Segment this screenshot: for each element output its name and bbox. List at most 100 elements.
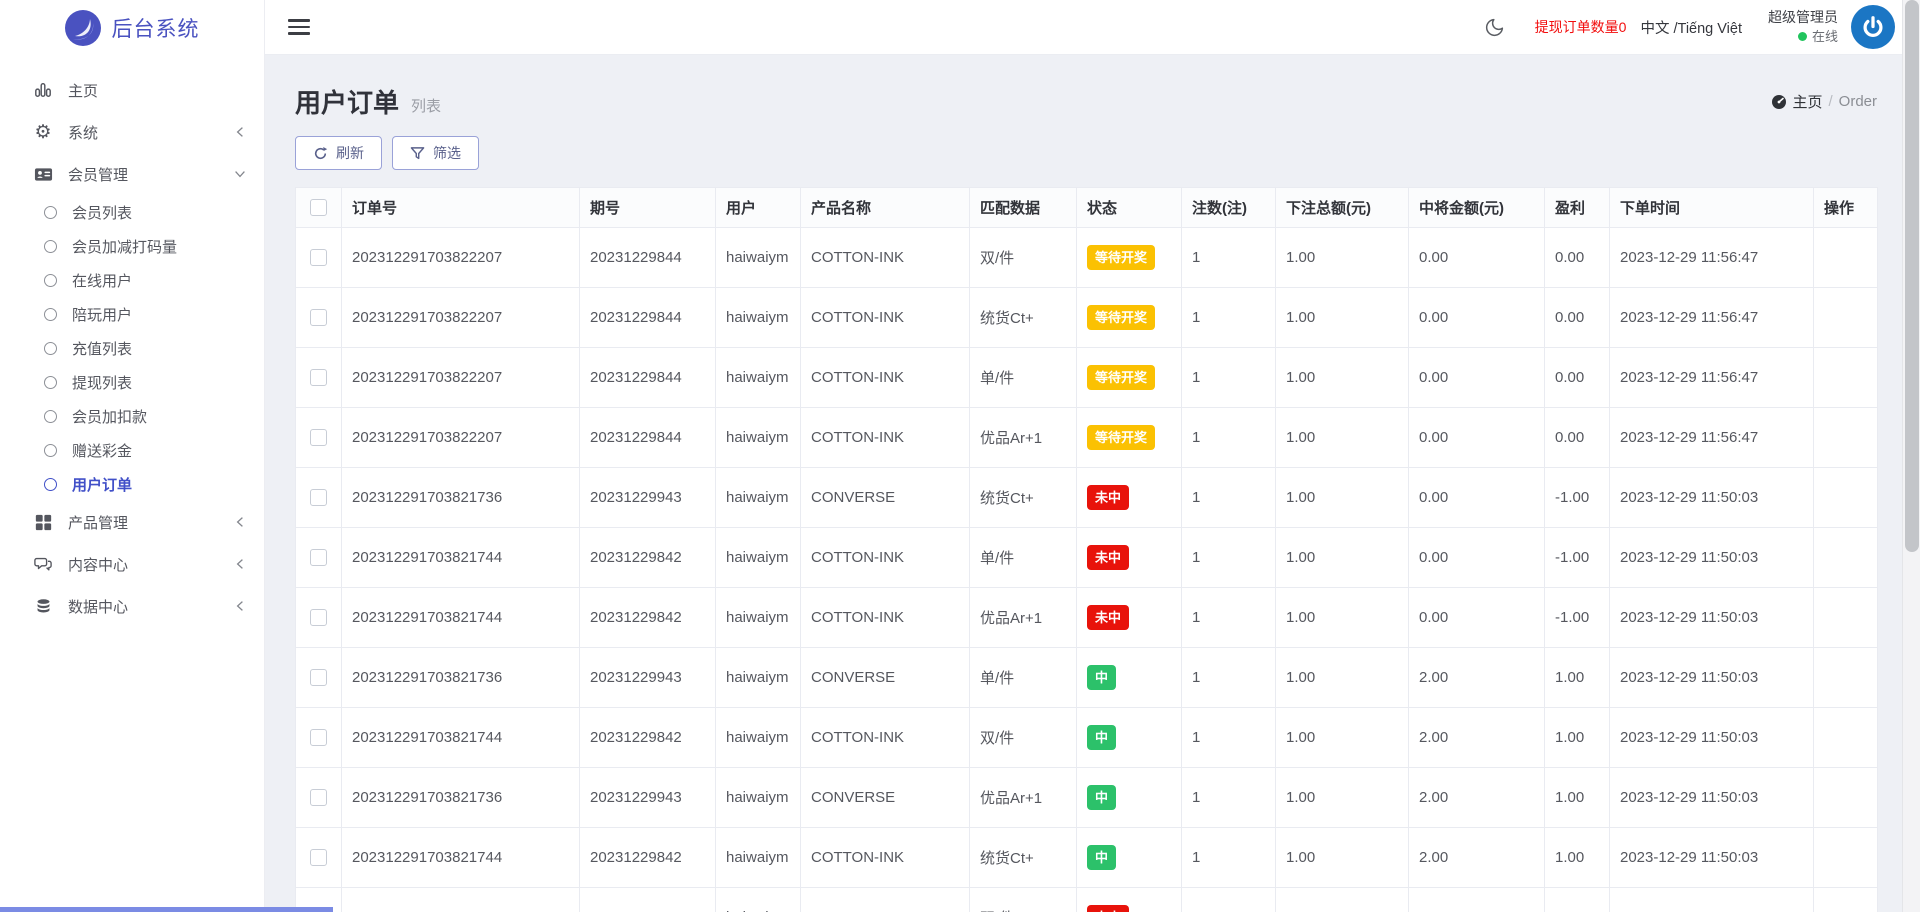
online-label: 在线 <box>1811 28 1838 44</box>
cell-action <box>1813 887 1878 912</box>
cell-profit: -1.00 <box>1544 467 1610 528</box>
radio-circle-icon <box>44 273 57 287</box>
sidebar-subitem[interactable]: 会员加扣款 <box>0 399 264 433</box>
cell-action <box>1813 407 1878 468</box>
row-checkbox[interactable] <box>310 789 327 806</box>
sidebar-subitem-active[interactable]: 用户订单 <box>0 467 264 501</box>
cell-match: 双/件 <box>969 227 1077 288</box>
table-row: 202312291703821744 20231229842 haiwaiym COT… <box>295 527 1878 588</box>
cell-bets: 1 <box>1181 227 1276 288</box>
column-header: 期号 <box>579 187 716 228</box>
sidebar-subitem[interactable]: 充值列表 <box>0 331 264 365</box>
moon-icon[interactable] <box>1484 17 1505 38</box>
row-checkbox[interactable] <box>310 429 327 446</box>
sidebar-subitem[interactable]: 会员列表 <box>0 195 264 229</box>
cell-order-no: 202312291703822207 <box>341 407 580 468</box>
cell-profit: 1.00 <box>1544 767 1610 828</box>
sidebar-item[interactable]: 内容中心 <box>0 543 264 585</box>
sidebar-item[interactable]: 主页 <box>0 69 264 111</box>
cell-period: 20231229844 <box>579 287 716 348</box>
table-row: 202312291703821744 20231229842 haiwaiym COT… <box>295 707 1878 768</box>
vertical-scrollbar-thumb[interactable] <box>1905 0 1919 552</box>
row-checkbox[interactable] <box>310 249 327 266</box>
sidebar-item-label: 数据中心 <box>68 598 129 616</box>
select-all-header <box>295 187 342 228</box>
sidebar-item-label: 会员管理 <box>68 166 129 184</box>
cell-bets: 1 <box>1181 707 1276 768</box>
cell-bets: 1 <box>1181 767 1276 828</box>
row-select-cell <box>295 527 342 588</box>
sidebar-item[interactable]: 数据中心 <box>0 585 264 627</box>
cell-bets: 1 <box>1181 827 1276 888</box>
row-checkbox[interactable] <box>310 669 327 686</box>
row-checkbox[interactable] <box>310 729 327 746</box>
cell-total: 1.00 <box>1275 767 1409 828</box>
cell-action <box>1813 467 1878 528</box>
cell-product: COTTON-INK <box>800 827 970 888</box>
row-select-cell <box>295 407 342 468</box>
row-checkbox[interactable] <box>310 309 327 326</box>
sidebar-item-label: 产品管理 <box>68 514 129 532</box>
cell-order-no: 202312291703822207 <box>341 347 580 408</box>
brand[interactable]: 后台系统 <box>0 0 264 55</box>
power-icon[interactable] <box>1851 5 1895 49</box>
cell-status: 未中 <box>1076 887 1182 912</box>
sidebar-subitem[interactable]: 提现列表 <box>0 365 264 399</box>
cell-bets: 1 <box>1181 527 1276 588</box>
admin-info[interactable]: 超级管理员 在线 <box>1768 8 1838 46</box>
row-checkbox[interactable] <box>310 609 327 626</box>
sidebar-subitem[interactable]: 在线用户 <box>0 263 264 297</box>
row-checkbox[interactable] <box>310 849 327 866</box>
chevron-left-icon <box>236 558 244 570</box>
column-header: 下单时间 <box>1609 187 1814 228</box>
row-checkbox[interactable] <box>310 549 327 566</box>
sidebar-subitem[interactable]: 陪玩用户 <box>0 297 264 331</box>
cell-status: 等待开奖 <box>1076 227 1182 288</box>
database-icon <box>33 596 53 616</box>
row-checkbox[interactable] <box>310 489 327 506</box>
sidebar-menu: 主页 ⚙ 系统会员管理会员列表 会员加减打码量 在线用户 陪玩用户 充值列表 提现列表会员加扣… <box>0 55 264 627</box>
vertical-scrollbar[interactable] <box>1902 0 1920 912</box>
column-header: 产品名称 <box>800 187 970 228</box>
refresh-button[interactable]: 刷新 <box>295 136 382 170</box>
cell-match: 双/件 <box>969 707 1077 768</box>
cell-total: 1.00 <box>1275 527 1409 588</box>
chart-bar-icon <box>33 80 53 100</box>
status-badge: 中 <box>1087 785 1117 810</box>
app-root: 后台系统 主页 ⚙ 系统 会员管理 会员列表 会员加减打码量 在线用户 陪玩用户 充值列表 提现列… <box>0 0 1920 912</box>
toolbar: 刷新 筛选 <box>295 136 1877 170</box>
sidebar-item[interactable]: 产品管理 <box>0 501 264 543</box>
breadcrumb-home[interactable]: 主页 <box>1771 91 1822 112</box>
status-badge: 等待开奖 <box>1087 305 1156 330</box>
cell-match: 统货Ct+ <box>969 287 1077 348</box>
filter-button[interactable]: 筛选 <box>392 136 479 170</box>
sidebar-subitem-label: 会员加扣款 <box>72 408 148 426</box>
filter-label: 筛选 <box>433 145 461 161</box>
cell-time: 2023-12-29 11:50:03 <box>1609 887 1814 912</box>
cell-user: haiwaiym <box>715 767 801 828</box>
withdraw-notice-link[interactable]: 提现订单数量0 <box>1535 17 1627 37</box>
chevron-left-icon <box>236 126 244 138</box>
hamburger-icon[interactable] <box>288 19 310 35</box>
chevron-down-icon <box>234 170 246 178</box>
select-all-checkbox[interactable] <box>310 199 327 216</box>
filter-icon <box>410 146 425 161</box>
cell-user: haiwaiym <box>715 827 801 888</box>
cell-order-no: 202312291703821744 <box>341 527 580 588</box>
cell-period: 20231229842 <box>579 827 716 888</box>
cell-period: 20231229842 <box>579 587 716 648</box>
cell-win: 0.00 <box>1408 467 1545 528</box>
horizontal-scrollbar-thumb[interactable] <box>0 907 333 912</box>
cell-user: haiwaiym <box>715 587 801 648</box>
language-switcher[interactable]: 中文 /Tiếng Việt <box>1640 17 1742 38</box>
row-checkbox[interactable] <box>310 369 327 386</box>
cell-time: 2023-12-29 11:50:03 <box>1609 827 1814 888</box>
cell-period: 20231229844 <box>579 347 716 408</box>
sidebar-item[interactable]: 会员管理 <box>0 153 264 195</box>
sidebar-subitem[interactable]: 会员加减打码量 <box>0 229 264 263</box>
page-head: 用户订单 列表 主页 / Order <box>295 83 1877 120</box>
radio-circle-icon <box>44 409 57 423</box>
status-badge: 中 <box>1087 845 1117 870</box>
sidebar-subitem[interactable]: 赠送彩金 <box>0 433 264 467</box>
sidebar-item[interactable]: ⚙ 系统 <box>0 111 264 153</box>
